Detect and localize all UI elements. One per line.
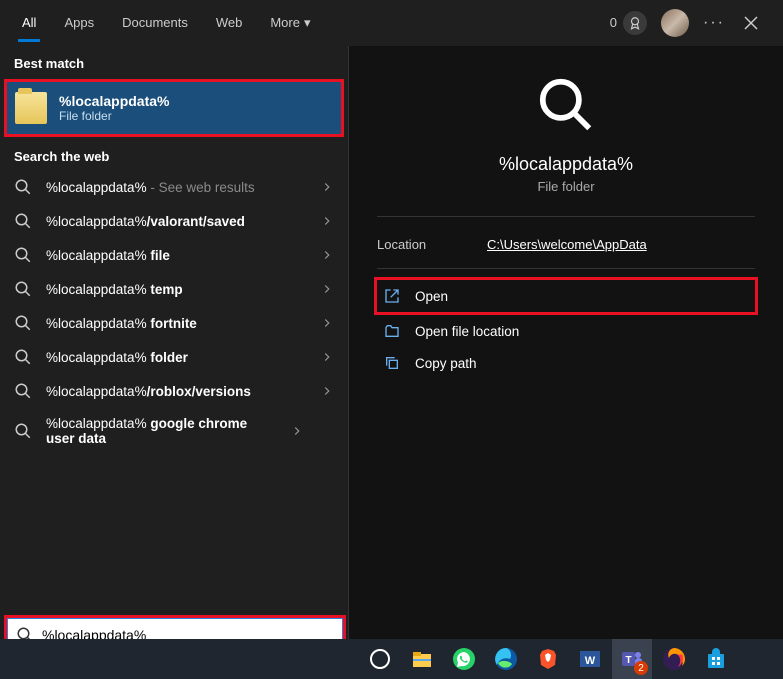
web-result-item[interactable]: %localappdata%/valorant/saved — [0, 204, 348, 238]
action-copy-path[interactable]: Copy path — [377, 347, 755, 379]
taskbar-file-explorer-icon[interactable] — [402, 639, 442, 679]
best-match-label: Best match — [0, 46, 348, 77]
web-result-item[interactable]: %localappdata% file — [0, 238, 348, 272]
search-icon — [14, 348, 32, 366]
web-result-item[interactable]: %localappdata% fortnite — [0, 306, 348, 340]
tab-all[interactable]: All — [8, 3, 50, 42]
chevron-down-icon: ▾ — [304, 15, 311, 31]
chevron-right-icon — [320, 384, 334, 398]
windows-search-panel: All Apps Documents Web More▾ 0 ··· Best … — [0, 0, 783, 659]
taskbar-brave-icon[interactable] — [528, 639, 568, 679]
tab-apps[interactable]: Apps — [50, 3, 108, 42]
taskbar-firefox-icon[interactable] — [654, 639, 694, 679]
rewards-points[interactable]: 0 — [610, 11, 647, 35]
folder-icon — [15, 92, 47, 124]
svg-text:T: T — [625, 655, 631, 666]
close-button[interactable] — [739, 11, 763, 35]
more-options-button[interactable]: ··· — [703, 14, 725, 32]
web-result-item[interactable]: %localappdata% temp — [0, 272, 348, 306]
open-external-icon — [383, 288, 401, 304]
web-result-item[interactable]: %localappdata% - See web results — [0, 170, 348, 204]
taskbar: W T 2 — [0, 639, 783, 679]
taskbar-cortana-icon[interactable] — [360, 639, 400, 679]
best-match-subtitle: File folder — [59, 109, 169, 123]
chevron-right-icon — [320, 316, 334, 330]
search-icon — [535, 74, 597, 136]
location-row: Location C:\Users\welcome\AppData — [377, 217, 755, 269]
taskbar-teams-icon[interactable]: T 2 — [612, 639, 652, 679]
chevron-right-icon — [320, 180, 334, 194]
search-icon — [14, 280, 32, 298]
rewards-icon — [623, 11, 647, 35]
search-icon — [14, 314, 32, 332]
search-top-tabs: All Apps Documents Web More▾ 0 ··· — [0, 0, 783, 46]
preview-subtitle: File folder — [537, 179, 594, 194]
search-icon — [14, 382, 32, 400]
search-web-label: Search the web — [0, 139, 348, 170]
taskbar-edge-icon[interactable] — [486, 639, 526, 679]
tab-web[interactable]: Web — [202, 3, 257, 42]
taskbar-whatsapp-icon[interactable] — [444, 639, 484, 679]
chevron-right-icon — [320, 350, 334, 364]
chevron-right-icon — [320, 282, 334, 296]
location-label: Location — [377, 237, 487, 252]
best-match-result[interactable]: %localappdata% File folder — [4, 79, 344, 137]
search-icon — [14, 178, 32, 196]
taskbar-store-icon[interactable] — [696, 639, 736, 679]
user-avatar[interactable] — [661, 9, 689, 37]
location-link[interactable]: C:\Users\welcome\AppData — [487, 237, 647, 252]
best-match-title: %localappdata% — [59, 93, 169, 109]
chevron-right-icon — [320, 214, 334, 228]
web-result-item[interactable]: %localappdata% folder — [0, 340, 348, 374]
search-icon — [14, 422, 32, 440]
search-icon — [14, 246, 32, 264]
preview-pane: %localappdata% File folder Location C:\U… — [348, 46, 783, 659]
preview-actions: Open Open file location Copy path — [377, 269, 755, 379]
tab-documents[interactable]: Documents — [108, 3, 202, 42]
tab-more[interactable]: More▾ — [256, 3, 324, 43]
taskbar-word-icon[interactable]: W — [570, 639, 610, 679]
action-open-file-location[interactable]: Open file location — [377, 315, 755, 347]
svg-text:W: W — [585, 655, 596, 667]
preview-title: %localappdata% — [499, 154, 633, 175]
web-results-list: %localappdata% - See web results %locala… — [0, 170, 348, 659]
chevron-right-icon — [290, 424, 304, 438]
search-icon — [14, 212, 32, 230]
copy-icon — [383, 355, 401, 371]
web-result-item[interactable]: %localappdata% google chrome user data — [0, 408, 348, 454]
web-result-item[interactable]: %localappdata%/roblox/versions — [0, 374, 348, 408]
teams-badge: 2 — [634, 661, 648, 675]
results-column: Best match %localappdata% File folder Se… — [0, 46, 348, 659]
action-open[interactable]: Open — [374, 277, 758, 315]
folder-open-icon — [383, 323, 401, 339]
chevron-right-icon — [320, 248, 334, 262]
